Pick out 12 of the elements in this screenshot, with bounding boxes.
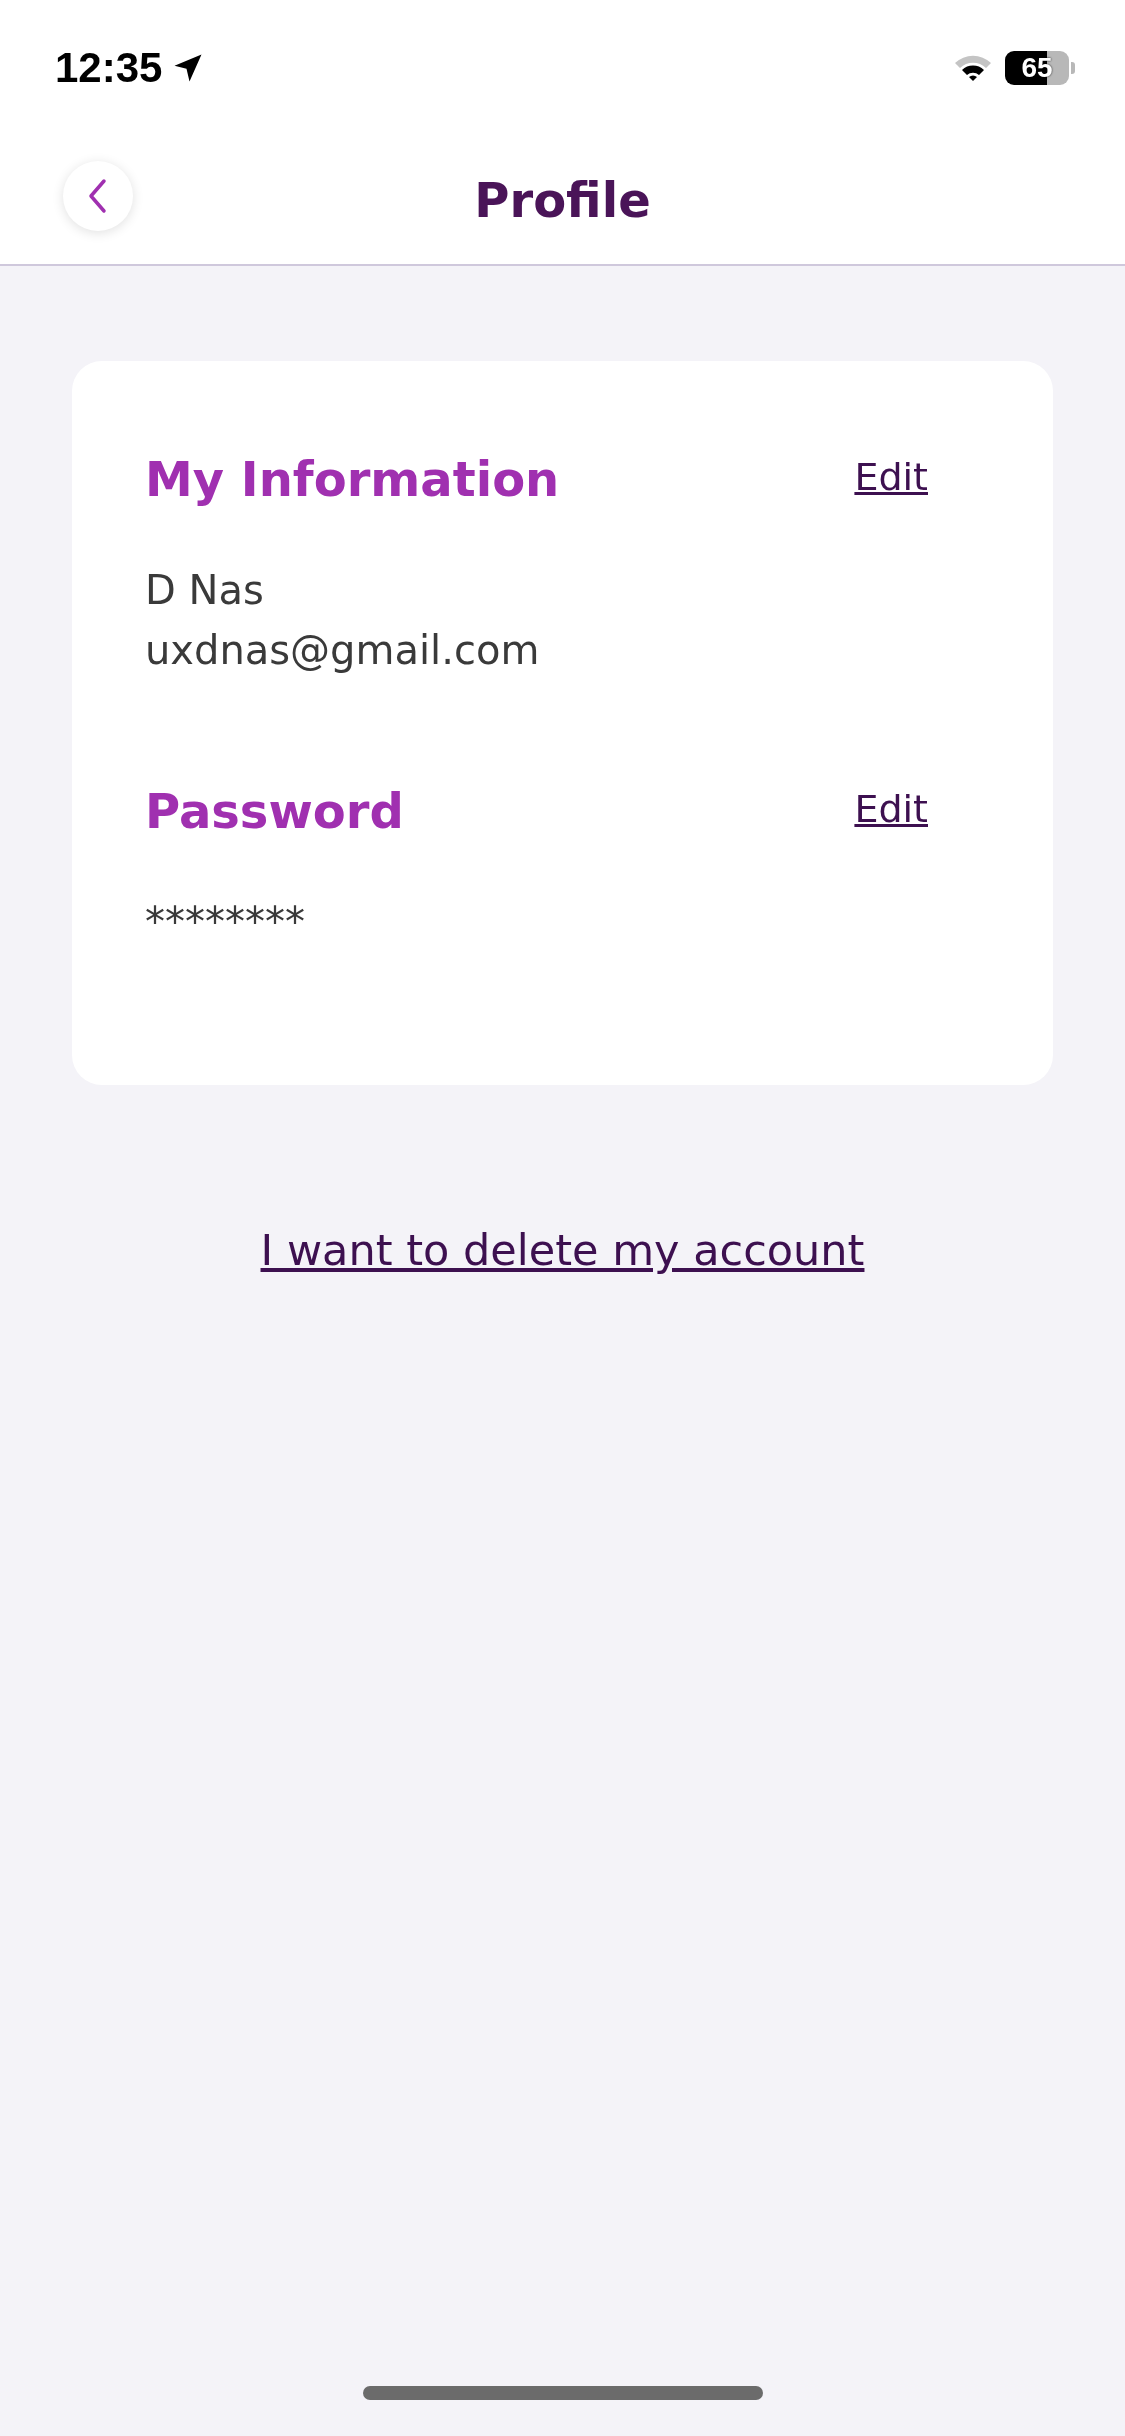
info-text: D Nas <box>145 567 265 613</box>
info-text: uxdnas@gmail.com <box>145 627 541 673</box>
delete-account-link[interactable]: I want to delete my account <box>260 1225 865 1275</box>
status-time: 12:35 <box>55 43 163 92</box>
back-chevron-icon <box>87 178 109 214</box>
edit-link[interactable]: Edit <box>854 451 928 499</box>
back-button[interactable] <box>63 161 133 231</box>
edit-link[interactable]: Edit <box>854 783 928 831</box>
section-title: Password <box>145 783 404 839</box>
info-text: ******** <box>145 899 306 945</box>
page-title: Profile <box>474 171 651 228</box>
section-title: My Information <box>145 451 560 507</box>
